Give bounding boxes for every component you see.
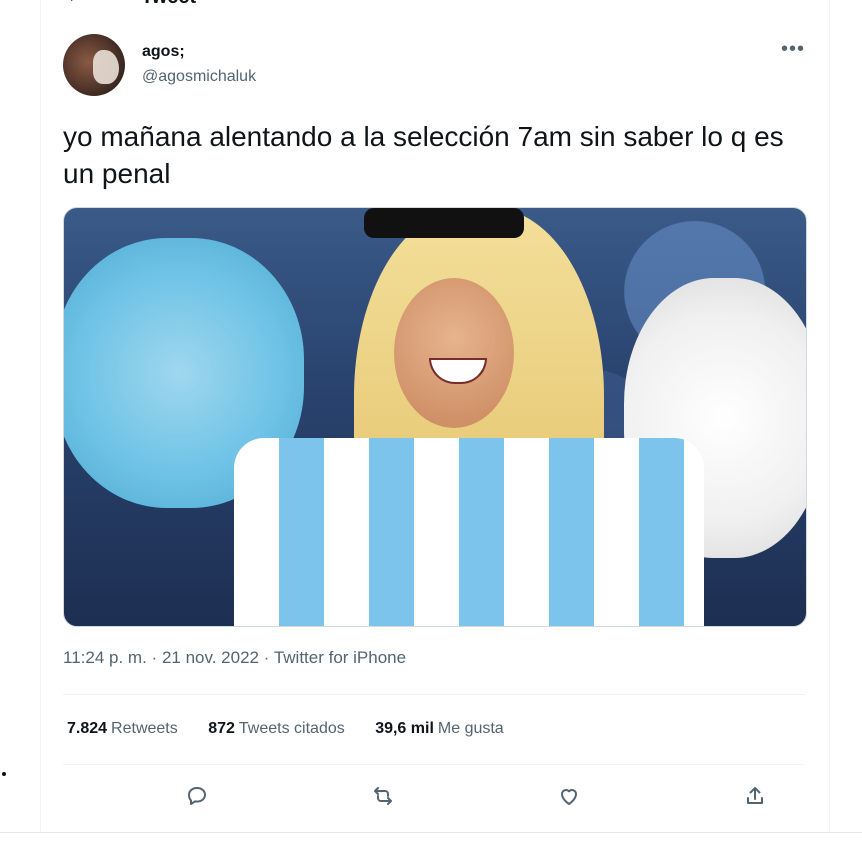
bottom-border: [0, 832, 862, 833]
divider: [63, 694, 805, 695]
share-icon[interactable]: [737, 778, 773, 814]
jersey: [234, 438, 704, 626]
reply-icon[interactable]: [179, 778, 215, 814]
likes-stat[interactable]: 39,6 mil Me gusta: [375, 720, 504, 738]
tweet-stats: 7.824 Retweets 872 Tweets citados 39,6 mil…: [67, 720, 530, 738]
left-dot: [2, 772, 6, 776]
tweet-source[interactable]: Twitter for iPhone: [274, 648, 406, 667]
meta-separator: ·: [151, 648, 158, 667]
tweet-media-image[interactable]: [63, 207, 807, 627]
divider: [63, 764, 805, 765]
tweet-time[interactable]: 11:24 p. m.: [63, 648, 147, 667]
likes-count: 39,6 mil: [375, 720, 434, 737]
meta-separator: ·: [263, 648, 270, 667]
tweet-meta: 11:24 p. m. · 21 nov. 2022 · Twitter for…: [63, 648, 406, 668]
tweet-column: ← Tweet agos; @agosmichaluk ••• yo mañan…: [40, 0, 830, 832]
likes-label: Me gusta: [437, 720, 504, 737]
page-title: Tweet: [141, 0, 196, 8]
tweet-date[interactable]: 21 nov. 2022: [162, 648, 259, 667]
avatar[interactable]: [63, 34, 125, 96]
display-name[interactable]: agos;: [142, 43, 185, 61]
quotes-label: Tweets citados: [238, 720, 345, 737]
user-handle[interactable]: @agosmichaluk: [142, 68, 256, 86]
arrow-left-icon[interactable]: ←: [65, 0, 85, 6]
like-icon[interactable]: [551, 778, 587, 814]
more-options-icon[interactable]: •••: [781, 38, 805, 61]
face: [394, 278, 514, 428]
left-gutter: [0, 0, 40, 865]
retweet-icon[interactable]: [365, 778, 401, 814]
tweet-text: yo mañana alentando a la selección 7am s…: [63, 121, 784, 189]
topbar: ← Tweet: [41, 0, 829, 10]
retweets-stat[interactable]: 7.824 Retweets: [67, 720, 178, 738]
retweets-count: 7.824: [67, 720, 108, 737]
retweets-label: Retweets: [111, 720, 178, 737]
quotes-stat[interactable]: 872 Tweets citados: [208, 720, 345, 738]
tweet-actions: [63, 778, 805, 814]
quotes-count: 872: [208, 720, 235, 737]
hat: [364, 208, 524, 238]
